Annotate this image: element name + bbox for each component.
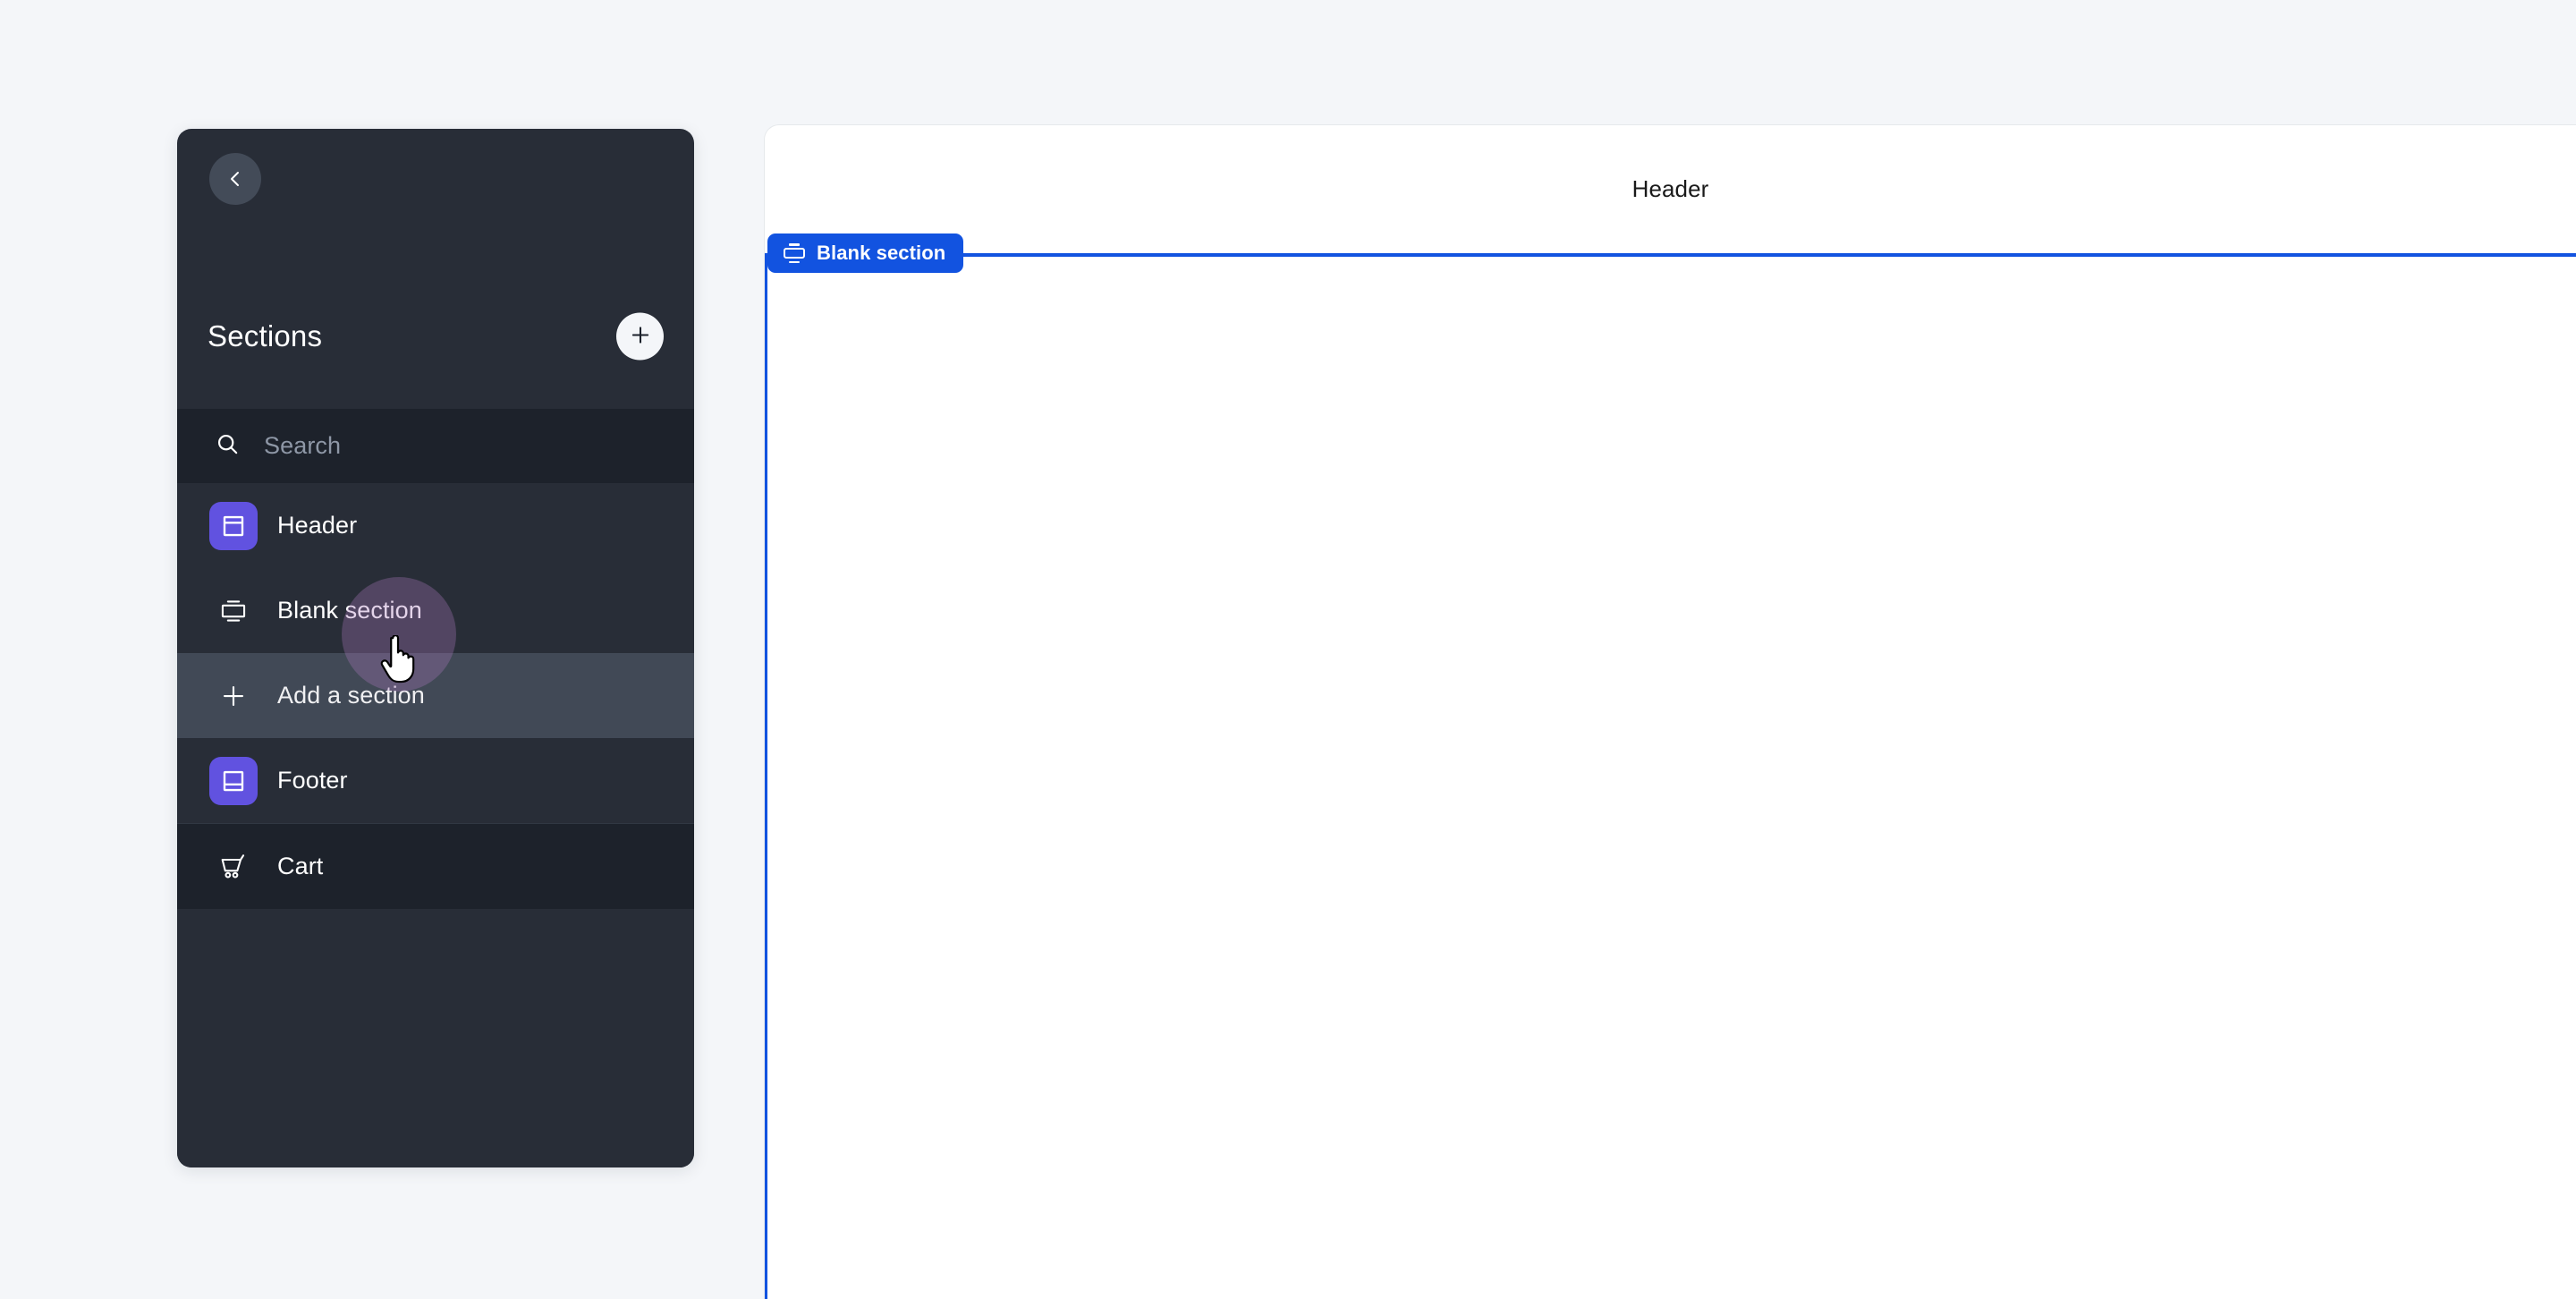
- selected-section-badge-label: Blank section: [817, 242, 946, 264]
- page-title: Sections: [208, 319, 323, 352]
- layout-header-icon: [209, 501, 258, 550]
- preview-canvas: Header Footer: [765, 125, 2576, 1299]
- panel-header: Sections: [177, 129, 694, 361]
- search-placeholder: Search: [264, 432, 342, 459]
- layout-footer-icon: [209, 756, 258, 805]
- shopping-cart-icon: [209, 843, 258, 891]
- sidebar-item-label: Add a section: [277, 682, 425, 709]
- sections-panel: Sections Search Header Blank section Add…: [177, 129, 694, 1167]
- sidebar-item-add-a-section[interactable]: Add a section: [177, 653, 694, 738]
- sidebar-item-blank-section[interactable]: Blank section: [177, 568, 694, 653]
- sidebar-item-label: Cart: [277, 853, 324, 879]
- add-section-button[interactable]: [616, 312, 664, 361]
- search-input[interactable]: Search: [177, 409, 694, 483]
- blank-section-icon: [784, 243, 805, 263]
- sidebar-item-label: Footer: [277, 767, 348, 794]
- sidebar-item-label: Header: [277, 512, 358, 539]
- sections-list: Header Blank section Add a section Foote…: [177, 483, 694, 1167]
- plus-icon: [629, 324, 652, 350]
- sidebar-item-footer[interactable]: Footer: [177, 738, 694, 823]
- canvas-blank-section-selected[interactable]: [765, 253, 2576, 1299]
- chevron-left-icon: [225, 168, 246, 190]
- plus-icon: [209, 672, 258, 720]
- sidebar-item-cart[interactable]: Cart: [177, 824, 694, 909]
- search-icon: [215, 431, 241, 462]
- back-button[interactable]: [209, 153, 261, 205]
- list-empty-space: [177, 909, 694, 1167]
- blank-section-icon: [209, 587, 258, 635]
- canvas-header-section[interactable]: Header: [765, 125, 2576, 252]
- sidebar-item-header[interactable]: Header: [177, 483, 694, 568]
- selected-section-badge[interactable]: Blank section: [767, 233, 964, 273]
- sidebar-item-label: Blank section: [277, 597, 422, 624]
- canvas-header-label: Header: [1631, 174, 1709, 202]
